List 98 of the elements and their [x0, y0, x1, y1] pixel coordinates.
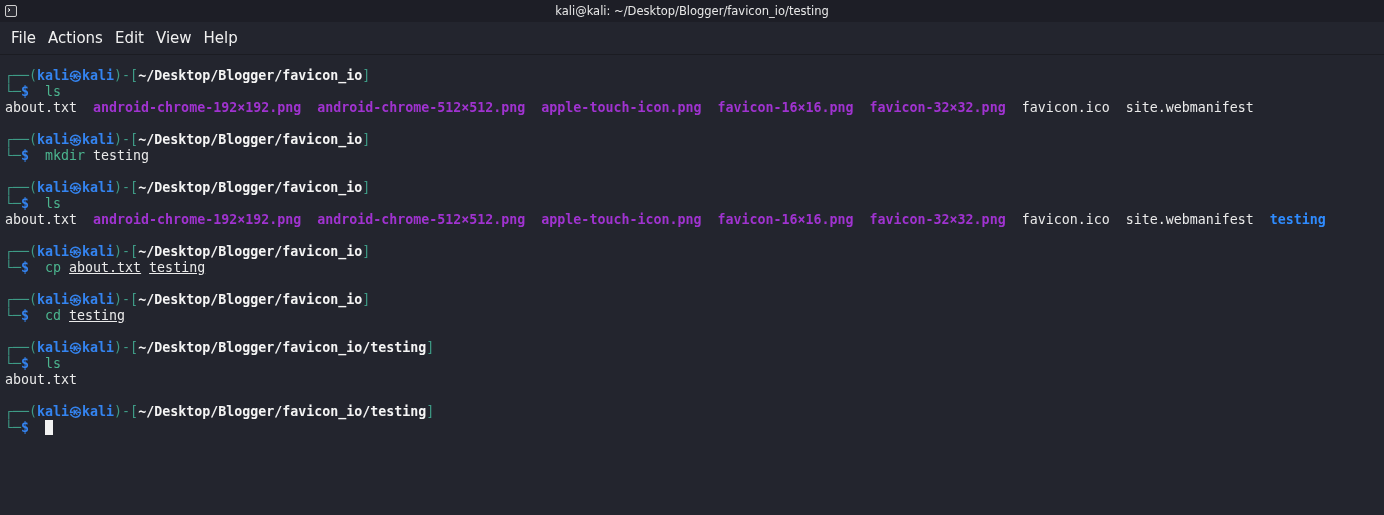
prompt-decoration: )-[ [114, 340, 139, 355]
prompt-decoration: └─ [5, 356, 21, 372]
window-title: kali@kali: ~/Desktop/Blogger/favicon_io/testing [555, 4, 829, 18]
image-file-name: android-chrome-512×512.png [317, 212, 526, 228]
user-name: kali [37, 340, 70, 356]
image-file-name: favicon-16×16.png [717, 212, 854, 228]
working-directory: ~/Desktop/Blogger/favicon_io [138, 244, 363, 260]
working-directory: ~/Desktop/Blogger/favicon_io [138, 68, 363, 84]
file-name: site.webmanifest [1125, 100, 1254, 116]
prompt-decoration: ] [426, 340, 435, 355]
user-name: kali [37, 404, 70, 420]
host-name: kali [82, 340, 115, 356]
prompt-symbol: $ [21, 308, 30, 324]
prompt-decoration: ] [362, 180, 371, 195]
file-name: about.txt [5, 100, 78, 116]
command-name: ls [45, 196, 62, 212]
prompt-decoration: ┌──( [5, 132, 38, 148]
prompt-decoration: └─ [5, 308, 21, 324]
image-file-name: android-chrome-192×192.png [93, 212, 302, 228]
prompt-symbol: $ [21, 260, 30, 276]
prompt-decoration: └─ [5, 196, 21, 212]
file-name: site.webmanifest [1125, 212, 1254, 228]
user-name: kali [37, 180, 70, 196]
working-directory: ~/Desktop/Blogger/favicon_io [138, 292, 363, 308]
working-directory: ~/Desktop/Blogger/favicon_io/testing [138, 404, 427, 420]
prompt-decoration: )-[ [114, 244, 139, 259]
prompt-decoration: )-[ [114, 68, 139, 83]
at-symbol: ㉿ [69, 180, 83, 196]
host-name: kali [82, 68, 115, 84]
user-name: kali [37, 68, 70, 84]
file-name: about.txt [5, 212, 78, 228]
menu-item[interactable]: Actions [42, 26, 109, 50]
menu-item[interactable]: Edit [108, 26, 150, 50]
command-name: mkdir [45, 148, 86, 164]
prompt-decoration: ┌──( [5, 68, 38, 84]
host-name: kali [82, 180, 115, 196]
at-symbol: ㉿ [69, 244, 83, 260]
image-file-name: android-chrome-512×512.png [317, 100, 526, 116]
at-symbol: ㉿ [69, 132, 83, 148]
prompt-decoration: ┌──( [5, 340, 38, 356]
image-file-name: android-chrome-192×192.png [93, 100, 302, 116]
host-name: kali [82, 404, 115, 420]
prompt-symbol: $ [21, 420, 30, 436]
command-argument: testing [69, 308, 126, 324]
host-name: kali [82, 132, 115, 148]
at-symbol: ㉿ [69, 404, 83, 420]
directory-name: testing [1269, 212, 1326, 228]
host-name: kali [82, 292, 115, 308]
menu-item[interactable]: View [149, 26, 198, 50]
prompt-symbol: $ [21, 196, 30, 212]
file-name: about.txt [5, 372, 78, 388]
at-symbol: ㉿ [69, 292, 83, 308]
command-name: ls [45, 356, 62, 372]
command-argument: about.txt [69, 260, 142, 276]
working-directory: ~/Desktop/Blogger/favicon_io [138, 180, 363, 196]
prompt-decoration: └─ [5, 84, 21, 100]
user-name: kali [37, 244, 70, 260]
image-file-name: favicon-16×16.png [717, 100, 854, 116]
command-name: ls [45, 84, 62, 100]
prompt-decoration: └─ [5, 260, 21, 276]
prompt-decoration: )-[ [114, 292, 139, 307]
prompt-decoration: ] [362, 68, 371, 83]
command-argument: testing [149, 260, 206, 276]
prompt-decoration: ┌──( [5, 404, 38, 420]
image-file-name: apple-touch-icon.png [541, 100, 702, 116]
command-name: cp [45, 260, 62, 276]
prompt-decoration: ] [362, 244, 371, 259]
working-directory: ~/Desktop/Blogger/favicon_io [138, 132, 363, 148]
user-name: kali [37, 292, 70, 308]
command-argument: testing [93, 148, 150, 164]
prompt-decoration: )-[ [114, 404, 139, 419]
prompt-symbol: $ [21, 356, 30, 372]
prompt-symbol: $ [21, 84, 30, 100]
prompt-decoration: └─ [5, 420, 21, 436]
prompt-decoration: ┌──( [5, 244, 38, 260]
prompt-decoration: ┌──( [5, 292, 38, 308]
image-file-name: favicon-32×32.png [869, 212, 1006, 228]
prompt-decoration: ┌──( [5, 180, 38, 196]
file-name: favicon.ico [1021, 212, 1110, 228]
user-name: kali [37, 132, 70, 148]
terminal-icon[interactable] [5, 5, 17, 17]
image-file-name: apple-touch-icon.png [541, 212, 702, 228]
prompt-symbol: $ [21, 148, 30, 164]
working-directory: ~/Desktop/Blogger/favicon_io/testing [138, 340, 427, 356]
file-name: favicon.ico [1021, 100, 1110, 116]
image-file-name: favicon-32×32.png [869, 100, 1006, 116]
menu-item[interactable]: File [5, 26, 43, 50]
prompt-decoration: )-[ [114, 132, 139, 147]
prompt-decoration: )-[ [114, 180, 139, 195]
menu-item[interactable]: Help [197, 26, 244, 50]
at-symbol: ㉿ [69, 68, 83, 84]
command-name: cd [45, 308, 62, 324]
prompt-decoration: ] [426, 404, 435, 419]
prompt-decoration: ] [362, 132, 371, 147]
prompt-decoration: ] [362, 292, 371, 307]
at-symbol: ㉿ [69, 340, 83, 356]
prompt-decoration: └─ [5, 148, 21, 164]
host-name: kali [82, 244, 115, 260]
